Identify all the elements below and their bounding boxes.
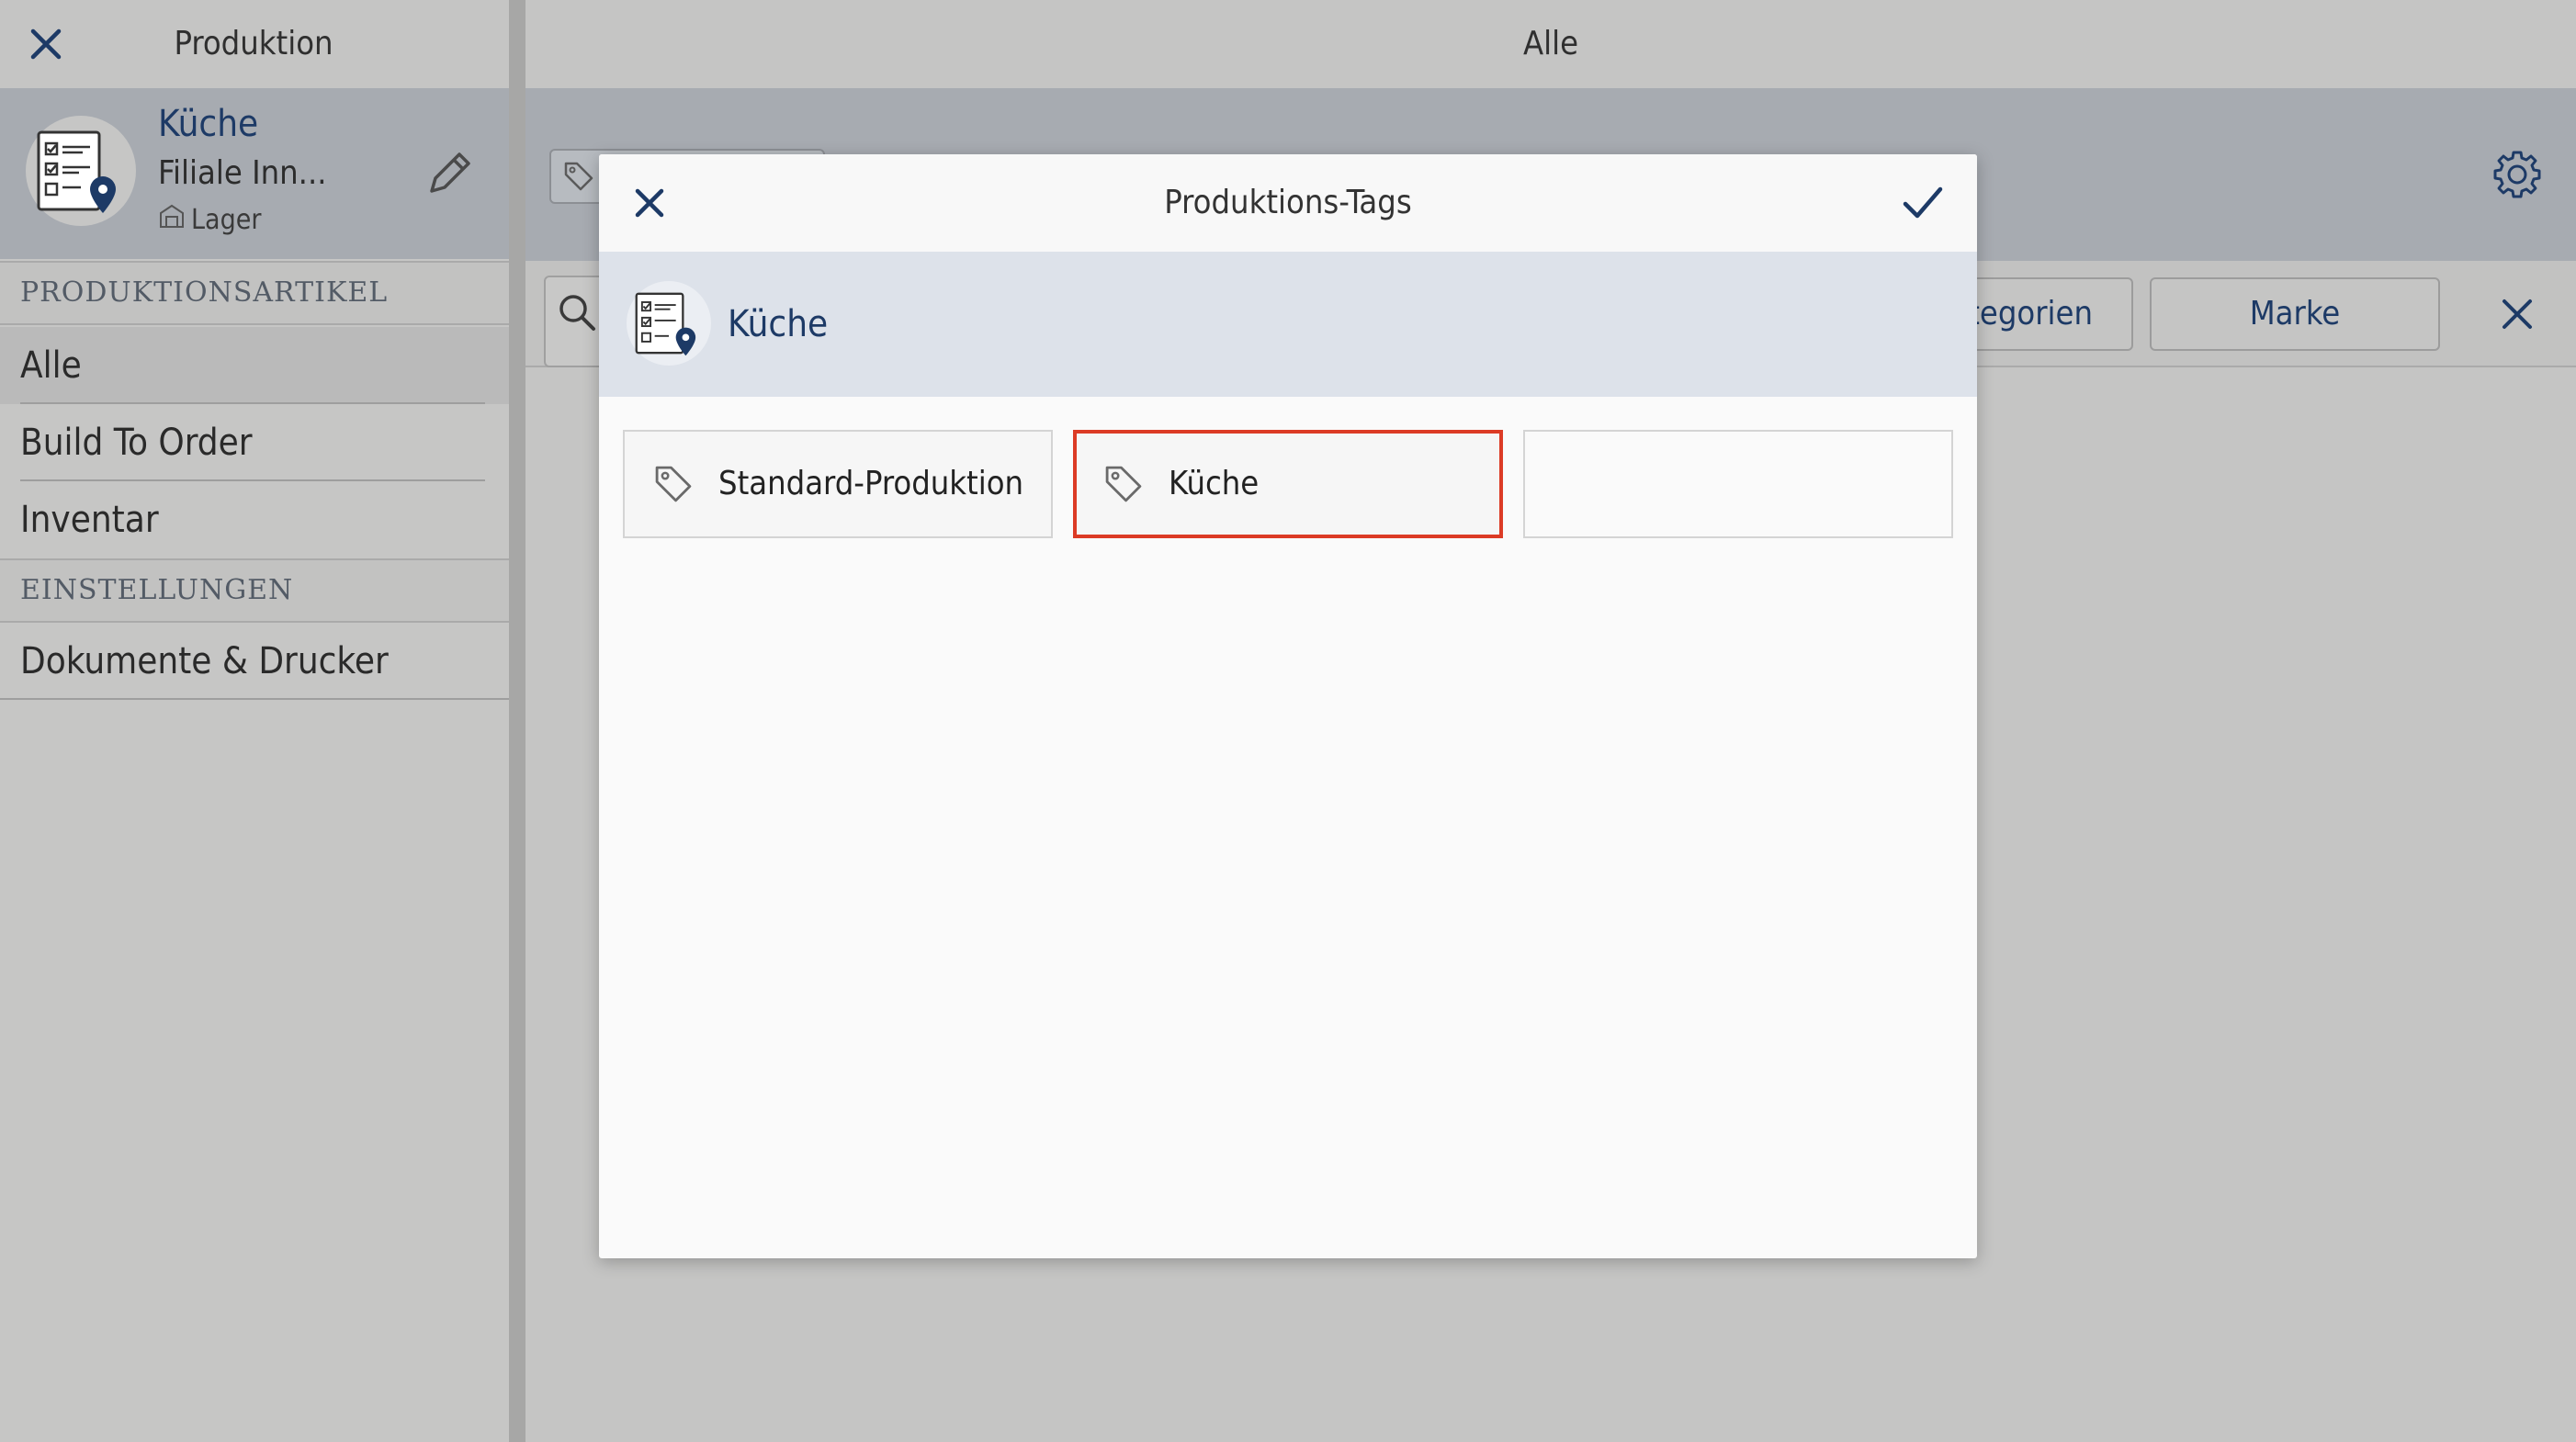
page-title: Alle [1522,25,1579,62]
location-name: Küche [158,103,259,145]
dialog-title: Produktions-Tags [1164,184,1412,221]
close-icon[interactable] [20,18,72,70]
sidebar-item-build-to-order[interactable]: Build To Order [0,404,509,481]
tag-label: Standard-Produktion [718,465,1024,502]
tag-standard-produktion[interactable]: Standard-Produktion [623,430,1053,538]
tag-icon [562,160,595,193]
location-subtitle: Filiale Inn... [158,154,327,192]
tag-empty-slot[interactable] [1523,430,1953,538]
close-icon[interactable] [627,180,672,226]
gear-icon[interactable] [2490,147,2545,202]
location-type-label: Lager [191,203,262,236]
tag-label: Küche [1169,465,1260,502]
section-header-einstellungen: EINSTELLUNGEN [0,558,509,623]
search-icon [555,290,599,334]
dialog-location-name: Küche [728,303,829,345]
marke-filter-button[interactable]: Marke [2150,277,2440,351]
location-type: Lager [158,202,261,237]
warehouse-icon [158,202,186,237]
sidebar-item-label: Alle [20,344,82,387]
sidebar: Produktion Küche Filiale Inn... Lager PR… [0,0,509,1442]
section-header-produktionsartikel: PRODUKTIONSARTIKEL [0,261,509,325]
tag-icon [1102,463,1145,505]
sidebar-item-label: Inventar [20,499,159,541]
dialog-location-row: Küche [599,252,1977,397]
sidebar-item-dokumente-drucker[interactable]: Dokumente & Drucker [0,623,509,700]
sidebar-item-alle[interactable]: Alle [0,327,509,404]
produktions-tags-dialog: Produktions-Tags Küche Standard-Produkti… [599,154,1977,1258]
sidebar-divider[interactable] [509,0,525,1442]
check-icon[interactable] [1896,176,1949,230]
close-icon[interactable] [2491,288,2543,340]
tag-kueche[interactable]: Küche [1073,430,1503,538]
location-checklist-icon [627,281,711,366]
sidebar-item-inventar[interactable]: Inventar [0,481,509,558]
sidebar-item-label: Build To Order [20,422,253,464]
sidebar-item-label: Dokumente & Drucker [20,640,389,682]
location-checklist-icon [26,116,136,226]
tag-icon [652,463,695,505]
edit-icon[interactable] [419,143,480,204]
sidebar-title: Produktion [174,25,333,62]
